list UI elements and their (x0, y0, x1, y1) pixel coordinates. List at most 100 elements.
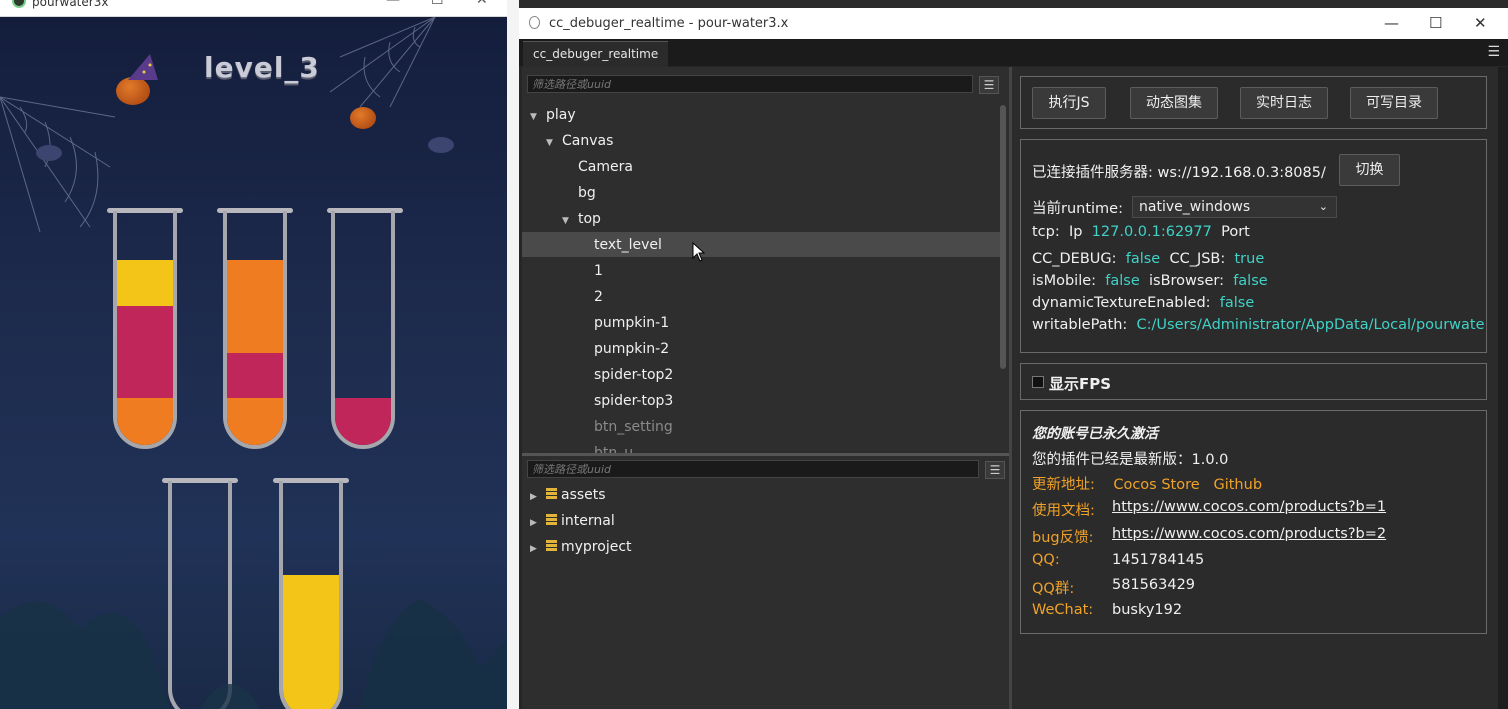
game-window-title: pourwater3x (32, 0, 109, 9)
tree-node-pumpkin-2[interactable]: pumpkin-2 (594, 336, 669, 362)
app-icon (529, 16, 540, 29)
qq-group-label: QQ群: (1032, 581, 1075, 597)
expand-arrow-icon[interactable]: ▼ (562, 208, 574, 234)
toolbar-box: 执行JS 动态图集 实时日志 可写目录 (1020, 76, 1487, 129)
asset-item-internal[interactable]: ▶ internal (530, 508, 615, 534)
runtime-select[interactable]: native_windows ⌄ (1132, 196, 1337, 218)
fps-box: 显示FPS (1020, 363, 1487, 400)
dynamic-atlas-button[interactable]: 动态图集 (1130, 87, 1218, 119)
expand-arrow-icon[interactable]: ▼ (530, 104, 542, 130)
node-tree-scrollbar[interactable] (1000, 105, 1006, 369)
debugger-window-title: cc_debuger_realtime - pour-water3.x (549, 16, 789, 31)
cocos-store-link[interactable]: Cocos Store (1113, 477, 1199, 493)
exec-js-button[interactable]: 执行JS (1032, 87, 1106, 119)
expand-arrow-icon[interactable]: ▶ (530, 510, 542, 536)
writable-dir-button[interactable]: 可写目录 (1350, 87, 1438, 119)
bug-label: bug反馈: (1032, 530, 1094, 546)
tree-node-pumpkin-1[interactable]: pumpkin-1 (594, 310, 669, 336)
show-fps-label: 显示FPS (1049, 375, 1112, 393)
asset-item-assets[interactable]: ▶ assets (530, 482, 606, 508)
docs-label: 使用文档: (1032, 503, 1095, 519)
game-titlebar: pourwater3x — ☐ ✕ (0, 0, 507, 17)
expand-arrow-icon[interactable]: ▼ (546, 130, 558, 156)
jungle-foliage (0, 599, 507, 709)
database-icon (546, 488, 557, 500)
bug-link[interactable]: https://www.cocos.com/products?b=2 (1112, 526, 1386, 542)
tree-node-1[interactable]: 1 (594, 258, 603, 284)
app-icon (12, 0, 26, 8)
tube-1-layer-3 (117, 398, 173, 445)
tube-2-layer-3 (227, 398, 283, 445)
expand-arrow-icon[interactable]: ▶ (530, 484, 542, 510)
tube-3[interactable] (331, 211, 395, 449)
debugger-window: cc_debuger_realtime - pour-water3.x — ☐ … (519, 8, 1508, 709)
debug-row: CC_DEBUG: false CC_JSB: true (1032, 251, 1265, 267)
debugger-titlebar: cc_debuger_realtime - pour-water3.x — ☐ … (519, 8, 1508, 39)
runtime-label: 当前runtime: (1032, 201, 1123, 217)
chevron-down-icon: ⌄ (1318, 200, 1328, 213)
asset-filter-input[interactable]: 筛选路径或uuid (527, 460, 979, 478)
tree-node-canvas[interactable]: ▼ Canvas (546, 128, 613, 154)
spider-web-top (330, 17, 436, 107)
tree-node-bg[interactable]: bg (578, 180, 596, 206)
asset-tree-pane: 筛选路径或uuid ☰ ▶ assets ▶ internal ▶ myproject (522, 456, 1009, 709)
minimize-icon[interactable]: — (386, 0, 400, 8)
close-icon[interactable]: ✕ (476, 0, 488, 8)
account-box: 您的账号已永久激活 您的插件已经是最新版：1.0.0 更新地址: Cocos S… (1020, 410, 1487, 634)
spider-web-left (0, 96, 116, 233)
tree-node-spider-top2[interactable]: spider-top2 (594, 362, 673, 388)
qq-value: 1451784145 (1112, 552, 1205, 568)
tube-3-layer-1 (335, 398, 391, 445)
realtime-log-button[interactable]: 实时日志 (1240, 87, 1328, 119)
spider-right (428, 137, 454, 153)
dynamic-texture-row: dynamicTextureEnabled: false (1032, 295, 1255, 311)
writable-path-value: C:/Users/Administrator/AppData/Local/pou… (1136, 317, 1485, 333)
server-value: ws://192.168.0.3:8085/ (1157, 165, 1326, 181)
tube-1[interactable] (113, 211, 177, 449)
tree-node-top[interactable]: ▼ top (562, 206, 601, 232)
wechat-label: WeChat: (1032, 602, 1094, 618)
runtime-value: native_windows (1139, 199, 1251, 215)
window-gap (507, 0, 519, 709)
tree-node-play[interactable]: ▼ play (530, 102, 576, 128)
tube-2-layer-2 (227, 353, 283, 398)
version-text: 您的插件已经是最新版：1.0.0 (1032, 452, 1229, 468)
qq-group-value: 581563429 (1112, 577, 1196, 593)
tree-node-btn-setting[interactable]: btn_setting (594, 414, 673, 440)
game-scene[interactable]: level_3 (0, 17, 507, 709)
tree-node-2[interactable]: 2 (594, 284, 603, 310)
writable-path-row: writablePath: C:/Users/Administrator/App… (1032, 317, 1485, 333)
tree-node-spider-top3[interactable]: spider-top3 (594, 388, 673, 414)
server-label: 已连接插件服务器: (1032, 165, 1153, 181)
tree-node-btn-u[interactable]: btn_u (594, 440, 633, 453)
tree-node-camera[interactable]: Camera (578, 154, 633, 180)
github-link[interactable]: Github (1213, 477, 1262, 493)
tube-2[interactable] (223, 211, 287, 449)
game-window: pourwater3x — ☐ ✕ level_3 (0, 0, 507, 709)
asset-item-myproject[interactable]: ▶ myproject (530, 534, 632, 560)
menu-icon[interactable]: ☰ (1487, 44, 1500, 60)
show-fps-checkbox[interactable] (1032, 376, 1044, 388)
list-icon[interactable]: ☰ (979, 76, 999, 94)
right-edge (1498, 67, 1508, 709)
platform-row: isMobile: false isBrowser: false (1032, 273, 1268, 289)
spider-left (36, 145, 62, 161)
tcp-row: tcp: Ip 127.0.0.1:62977 Port (1032, 224, 1250, 240)
switch-button[interactable]: 切换 (1339, 154, 1400, 186)
node-filter-input[interactable]: 筛选路径或uuid (527, 75, 973, 93)
close-icon[interactable]: ✕ (1474, 14, 1487, 32)
node-tree-pane: 筛选路径或uuid ☰ ▼ play ▼ Canvas Camera bg ▼ top… (522, 67, 1009, 453)
minimize-icon[interactable]: — (1384, 14, 1399, 32)
qq-label: QQ: (1032, 552, 1060, 568)
maximize-icon[interactable]: ☐ (431, 0, 444, 8)
maximize-icon[interactable]: ☐ (1429, 14, 1442, 32)
level-title: level_3 (204, 51, 320, 84)
tab-cc-debuger-realtime[interactable]: cc_debuger_realtime (523, 41, 669, 67)
docs-link[interactable]: https://www.cocos.com/products?b=1 (1112, 499, 1386, 515)
list-icon[interactable]: ☰ (985, 461, 1005, 479)
witch-hat-icon (128, 54, 158, 80)
tree-node-text-level[interactable]: text_level (594, 232, 662, 258)
expand-arrow-icon[interactable]: ▶ (530, 536, 542, 562)
pumpkin-2 (350, 107, 376, 129)
update-row: 更新地址: Cocos Store Github (1032, 477, 1263, 493)
